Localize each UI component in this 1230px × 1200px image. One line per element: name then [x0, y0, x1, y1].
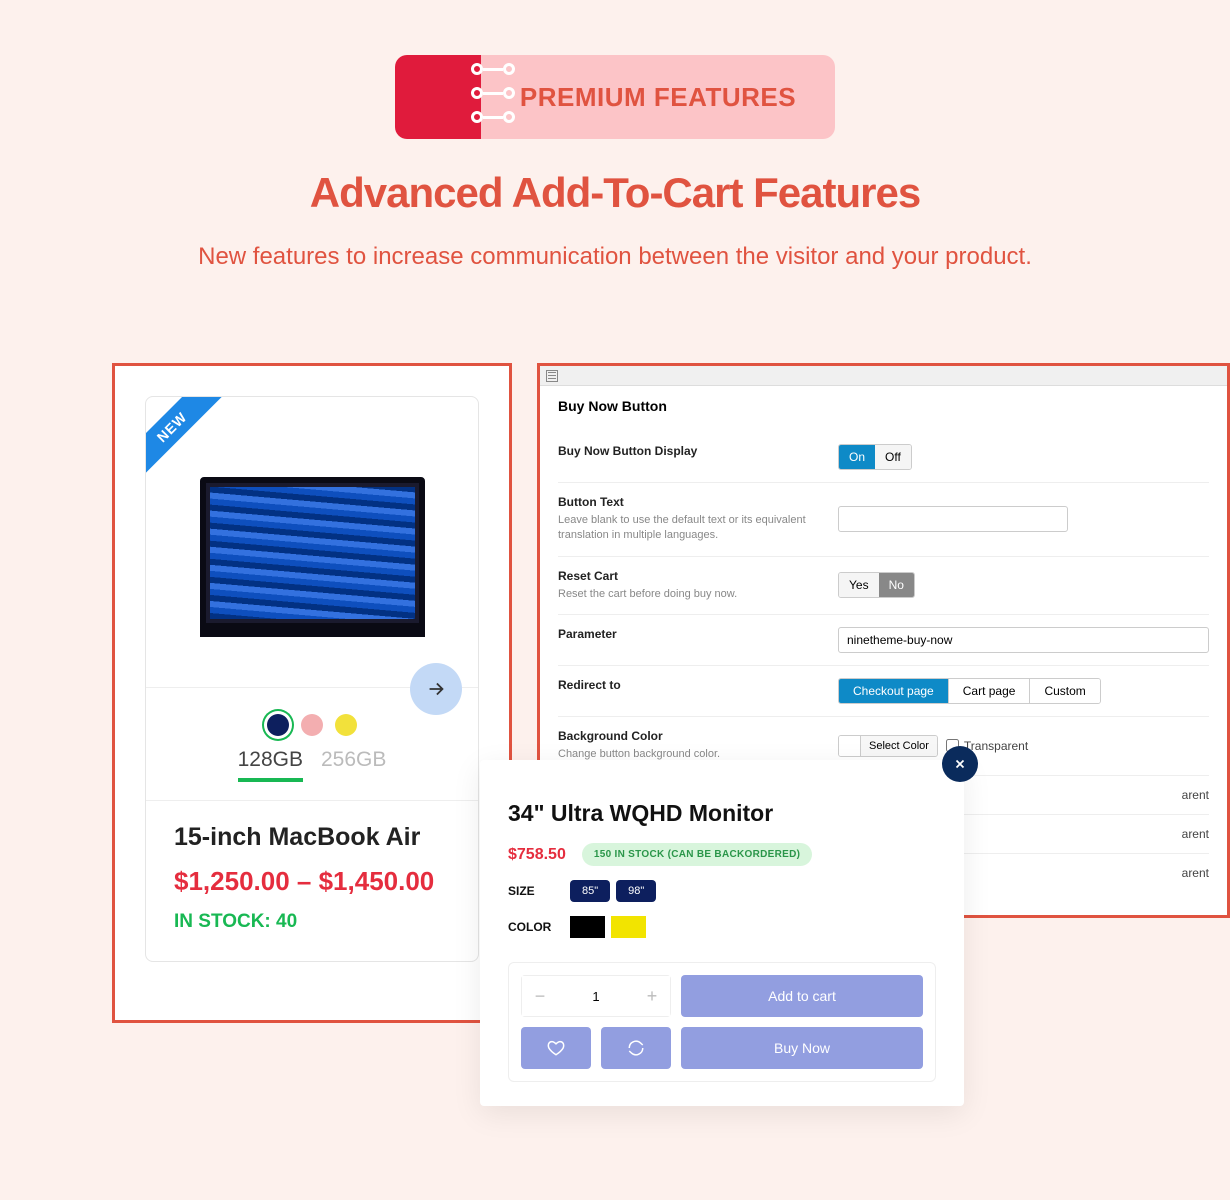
color-swatch-yellow[interactable]: [335, 714, 357, 736]
quick-add-popup: 34" Ultra WQHD Monitor $758.50 150 IN ST…: [480, 760, 964, 1106]
product-price: $1,250.00 – $1,450.00: [174, 866, 450, 897]
capacity-256gb[interactable]: 256GB: [321, 748, 386, 782]
add-to-cart-button[interactable]: Add to cart: [681, 975, 923, 1017]
close-icon: [953, 757, 967, 771]
refresh-icon: [627, 1039, 645, 1057]
parameter-label: Parameter: [558, 627, 838, 641]
popup-color-yellow[interactable]: [611, 916, 646, 938]
size-option-98[interactable]: 98": [616, 880, 656, 902]
product-image: [200, 477, 425, 637]
color-swatch-blue[interactable]: [267, 714, 289, 736]
transparent-tail-3: arent: [1182, 866, 1209, 880]
wishlist-button[interactable]: [521, 1027, 591, 1069]
settings-section-title: Buy Now Button: [558, 398, 1209, 414]
buy-now-button[interactable]: Buy Now: [681, 1027, 923, 1069]
premium-badge: PREMIUM FEATURES: [395, 55, 835, 139]
transparent-tail-2: arent: [1182, 827, 1209, 841]
arrow-right-icon: [425, 678, 447, 700]
reset-cart-label: Reset Cart: [558, 569, 838, 583]
product-card-panel: NEW 128GB 256GB 15-inch MacBook Air $1,2…: [112, 363, 512, 1023]
product-name: 15-inch MacBook Air: [174, 823, 450, 852]
quantity-stepper[interactable]: − +: [521, 975, 671, 1017]
heart-icon: [547, 1039, 565, 1057]
badge-text: PREMIUM FEATURES: [520, 82, 796, 113]
reset-cart-help: Reset the cart before doing buy now.: [558, 587, 838, 602]
color-label: COLOR: [508, 920, 570, 934]
qty-increase-button[interactable]: +: [634, 976, 670, 1016]
button-text-help: Leave blank to use the default text or i…: [558, 513, 838, 544]
compare-button[interactable]: [601, 1027, 671, 1069]
capacity-128gb[interactable]: 128GB: [238, 748, 303, 782]
display-label: Buy Now Button Display: [558, 444, 838, 458]
reset-cart-toggle[interactable]: Yes No: [838, 572, 915, 598]
list-icon: [546, 370, 558, 382]
qty-input[interactable]: [558, 976, 634, 1016]
popup-color-black[interactable]: [570, 916, 605, 938]
size-option-85[interactable]: 85": [570, 880, 610, 902]
popup-stock-badge: 150 IN STOCK (CAN BE BACKORDERED): [582, 843, 812, 866]
popup-title: 34" Ultra WQHD Monitor: [508, 800, 936, 827]
qty-decrease-button[interactable]: −: [522, 976, 558, 1016]
select-color-button[interactable]: Select Color: [838, 735, 938, 757]
size-label: SIZE: [508, 884, 570, 898]
product-stock: IN STOCK: 40: [174, 911, 450, 933]
button-text-input[interactable]: [838, 506, 1068, 532]
page-title: Advanced Add-To-Cart Features: [0, 169, 1230, 217]
next-arrow-button[interactable]: [410, 663, 462, 715]
parameter-input[interactable]: [838, 627, 1209, 653]
bgcolor-label: Background Color: [558, 729, 838, 743]
transparent-tail-1: arent: [1182, 788, 1209, 802]
redirect-label: Redirect to: [558, 678, 838, 692]
popup-price: $758.50: [508, 846, 566, 864]
button-text-label: Button Text: [558, 495, 838, 509]
display-toggle[interactable]: On Off: [838, 444, 912, 470]
redirect-segmented[interactable]: Checkout page Cart page Custom: [838, 678, 1101, 704]
color-swatch-pink[interactable]: [301, 714, 323, 736]
page-subtitle: New features to increase communication b…: [0, 239, 1230, 275]
close-button[interactable]: [942, 746, 978, 782]
